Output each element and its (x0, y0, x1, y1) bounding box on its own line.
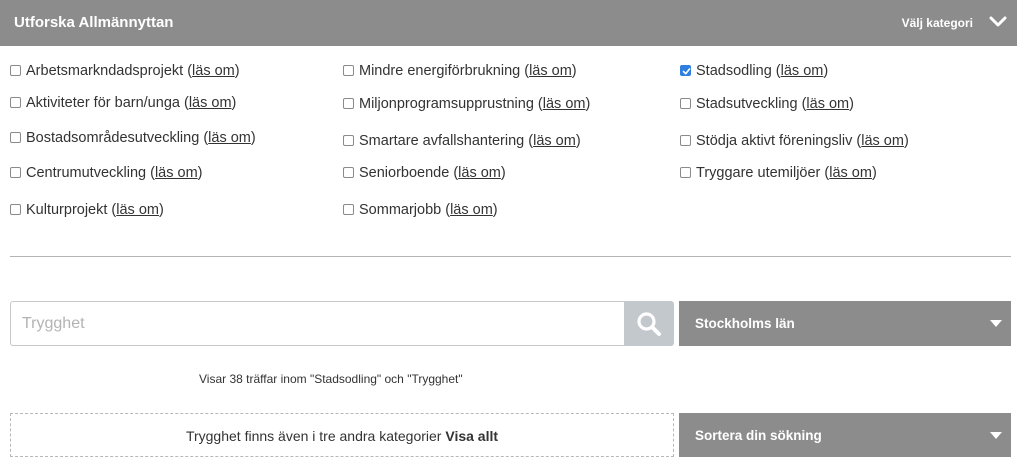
category-checkbox-stadsodling[interactable]: Stadsodling (läs om) (680, 63, 828, 79)
read-more-link[interactable]: läs om (533, 133, 576, 149)
choose-category-toggle[interactable]: Välj kategori (902, 16, 973, 30)
category-checkbox-arbetsmarknadsprojekt[interactable]: Arbetsmarkndadsprojekt (läs om) (10, 63, 240, 79)
category-label: Sommarjobb (359, 202, 442, 218)
category-checkbox-stodja-foreningsliv[interactable]: Stödja aktivt föreningsliv (läs om) (680, 133, 909, 149)
category-label: Arbetsmarkndadsprojekt (26, 63, 184, 79)
category-checkbox-seniorboende[interactable]: Seniorboende (läs om) (343, 165, 506, 181)
checkbox-icon[interactable] (680, 167, 691, 178)
category-checkbox-kulturprojekt[interactable]: Kulturprojekt (läs om) (10, 202, 164, 218)
read-more-link[interactable]: läs om (781, 63, 824, 79)
read-more-link[interactable]: läs om (529, 63, 572, 79)
read-more-link[interactable]: läs om (861, 133, 904, 149)
sort-label: Sortera din sökning (695, 428, 822, 443)
category-checkbox-sommarjobb[interactable]: Sommarjobb (läs om) (343, 202, 498, 218)
category-checkbox-bostadsomradesutveckling[interactable]: Bostadsområdesutveckling (läs om) (10, 130, 256, 146)
caret-down-icon (990, 320, 1002, 327)
category-label: Seniorboende (359, 165, 450, 181)
category-label: Miljonprogramsupprustning (359, 96, 534, 112)
read-more-link[interactable]: läs om (458, 165, 501, 181)
category-label: Centrumutveckling (26, 165, 147, 181)
checkbox-icon[interactable] (343, 65, 354, 76)
category-checkbox-aktiviteter-barn-unga[interactable]: Aktiviteter för barn/unga (läs om) (10, 95, 236, 111)
category-checkbox-mindre-energiforbrukning[interactable]: Mindre energiförbrukning (läs om) (343, 63, 577, 79)
search-input[interactable] (10, 301, 625, 346)
read-more-link[interactable]: läs om (543, 96, 586, 112)
checkbox-icon[interactable] (10, 167, 21, 178)
checkbox-icon[interactable] (343, 135, 354, 146)
checkbox-icon[interactable] (680, 135, 691, 146)
checkbox-icon[interactable] (680, 98, 691, 109)
caret-down-icon (990, 432, 1002, 439)
category-label: Stadsutveckling (696, 96, 798, 112)
checkbox-icon[interactable] (10, 132, 21, 143)
category-label: Stadsodling (696, 63, 772, 79)
page-title: Utforska Allmännyttan (14, 14, 174, 31)
checkbox-icon[interactable] (10, 65, 21, 76)
search-button[interactable] (624, 301, 674, 346)
checkbox-icon[interactable] (10, 97, 21, 108)
read-more-link[interactable]: läs om (155, 165, 198, 181)
show-all-link[interactable]: Visa allt (445, 428, 498, 444)
checkbox-icon[interactable] (343, 98, 354, 109)
chevron-down-icon[interactable] (988, 12, 1008, 32)
region-dropdown[interactable]: Stockholms län (679, 301, 1011, 346)
category-label: Stödja aktivt föreningsliv (696, 133, 853, 149)
sort-dropdown[interactable]: Sortera din sökning (679, 413, 1011, 457)
category-label: Smartare avfallshantering (359, 133, 525, 149)
category-label: Tryggare utemiljöer (696, 165, 821, 181)
category-checkbox-centrumutveckling[interactable]: Centrumutveckling (läs om) (10, 165, 203, 181)
category-checkbox-tryggare-utemiljoer[interactable]: Tryggare utemiljöer (läs om) (680, 165, 877, 181)
other-categories-text: Trygghet finns även i tre andra kategori… (185, 428, 442, 444)
category-label: Bostadsområdesutveckling (26, 130, 200, 146)
read-more-link[interactable]: läs om (189, 95, 232, 111)
read-more-link[interactable]: läs om (208, 130, 251, 146)
region-selected: Stockholms län (695, 316, 795, 331)
read-more-link[interactable]: läs om (829, 165, 872, 181)
other-categories-notice: Trygghet finns även i tre andra kategori… (10, 413, 674, 457)
category-label: Kulturprojekt (26, 202, 108, 218)
category-checkbox-miljonprogramsupprustning[interactable]: Miljonprogramsupprustning (läs om) (343, 96, 590, 112)
divider (10, 256, 1011, 257)
result-summary: Visar 38 träffar inom "Stadsodling" och … (199, 372, 463, 386)
category-checkbox-smartare-avfallshantering[interactable]: Smartare avfallshantering (läs om) (343, 133, 581, 149)
read-more-link[interactable]: läs om (192, 63, 235, 79)
category-checkbox-stadsutveckling[interactable]: Stadsutveckling (läs om) (680, 96, 854, 112)
read-more-link[interactable]: läs om (116, 202, 159, 218)
search-icon (637, 312, 661, 336)
header-bar: Utforska Allmännyttan Välj kategori (0, 0, 1017, 46)
read-more-link[interactable]: läs om (806, 96, 849, 112)
checkbox-icon[interactable] (343, 167, 354, 178)
read-more-link[interactable]: läs om (450, 202, 493, 218)
category-label: Aktiviteter för barn/unga (26, 95, 180, 111)
category-label: Mindre energiförbrukning (359, 63, 521, 79)
checkbox-icon[interactable] (343, 204, 354, 215)
checkbox-checked-icon[interactable] (680, 65, 691, 76)
checkbox-icon[interactable] (10, 204, 21, 215)
